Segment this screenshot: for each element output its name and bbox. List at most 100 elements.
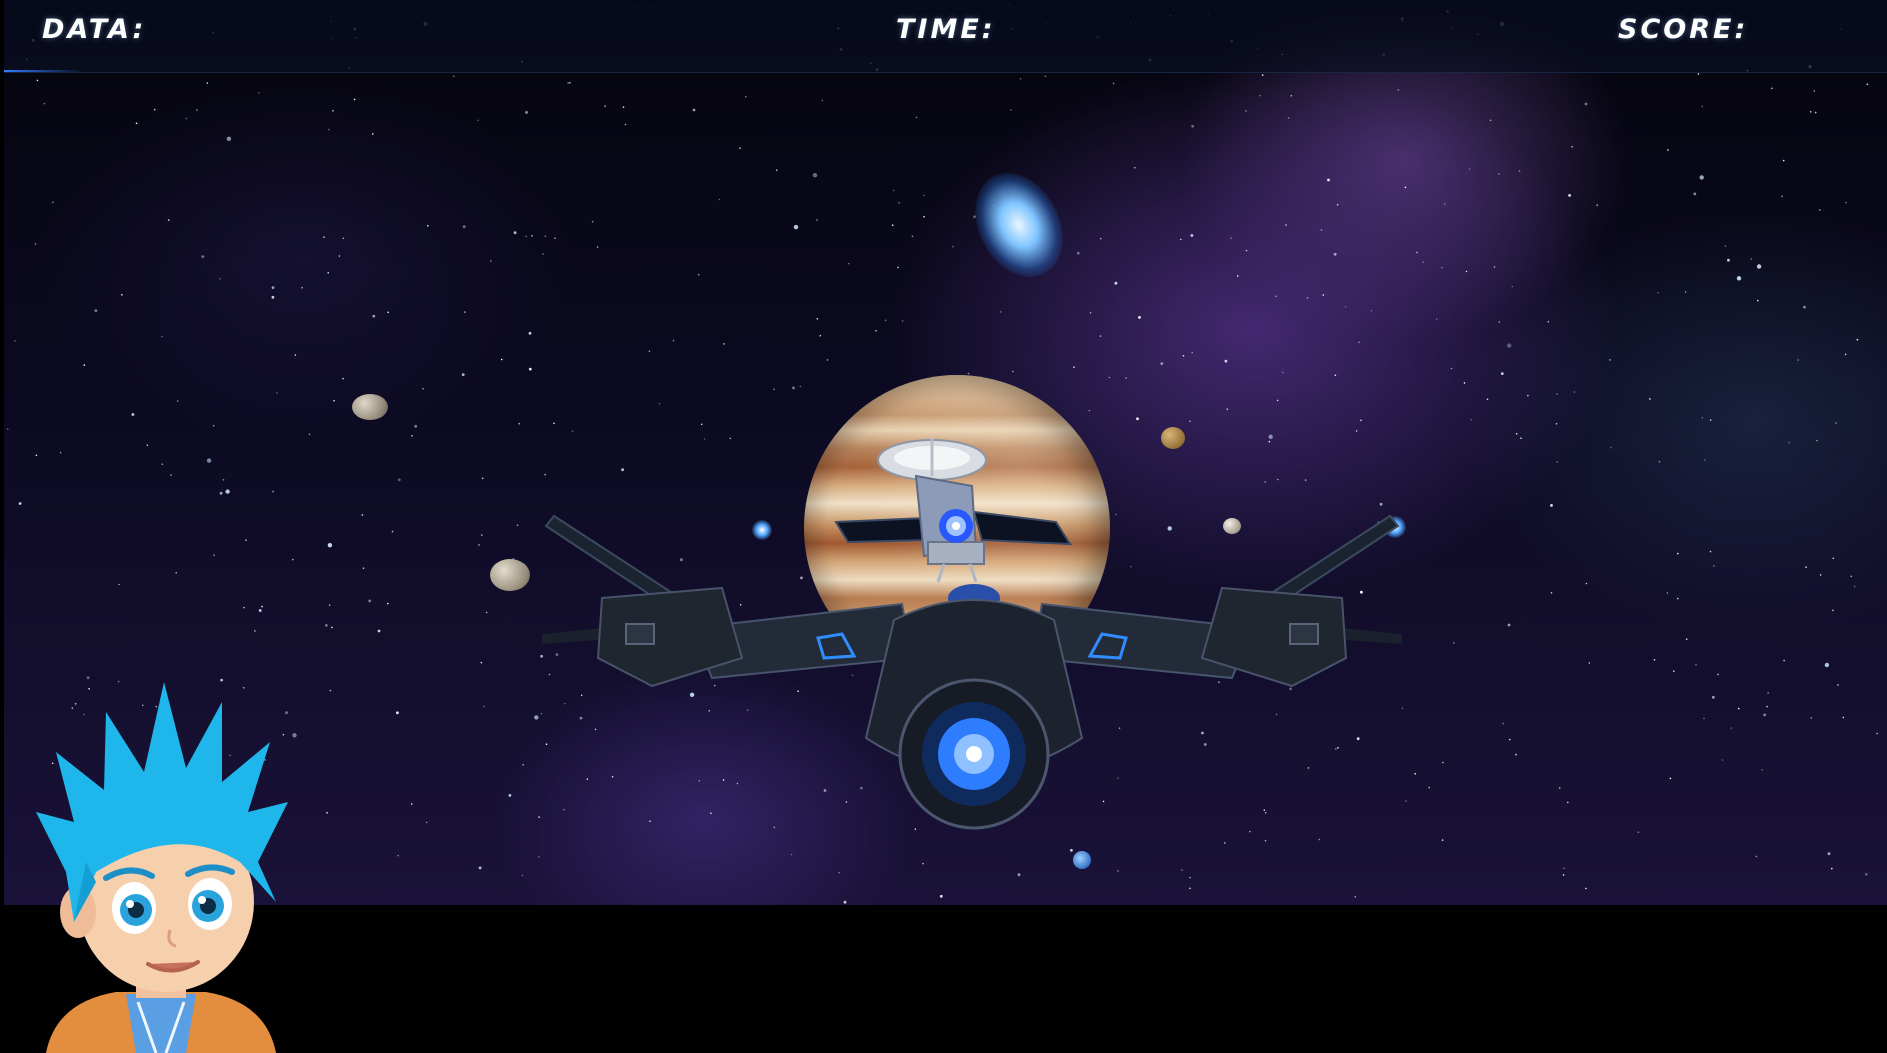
star <box>1360 419 1362 422</box>
star <box>427 225 429 227</box>
star <box>1486 398 1489 401</box>
star <box>1837 684 1839 686</box>
star <box>1550 592 1553 594</box>
star <box>521 874 524 877</box>
star <box>483 705 485 708</box>
star <box>1112 82 1115 85</box>
star <box>697 273 700 276</box>
star <box>1134 166 1136 169</box>
star <box>1596 204 1598 206</box>
star <box>410 803 413 805</box>
star <box>1261 74 1264 76</box>
star <box>1649 398 1651 400</box>
time-label: TIME: <box>896 14 996 45</box>
star <box>622 106 625 108</box>
star <box>1287 117 1290 119</box>
star <box>1803 305 1806 309</box>
star <box>1527 394 1529 397</box>
star <box>1571 145 1573 148</box>
player-spaceship[interactable] <box>542 508 1402 838</box>
star <box>1609 359 1611 361</box>
star <box>1866 83 1869 86</box>
star <box>1813 90 1816 92</box>
star <box>875 329 877 332</box>
star <box>538 816 540 818</box>
star <box>1012 370 1014 373</box>
star <box>391 530 394 533</box>
star <box>1781 195 1783 198</box>
star <box>396 711 399 715</box>
star <box>1180 238 1182 241</box>
star <box>1684 291 1687 293</box>
star <box>1100 237 1102 240</box>
star <box>513 231 517 235</box>
star <box>222 479 225 481</box>
star <box>1259 94 1261 97</box>
star <box>1327 178 1330 182</box>
star <box>196 109 198 111</box>
star <box>1835 422 1837 424</box>
star <box>534 715 539 720</box>
game-screen: DATA: TIME: SCORE: <box>0 0 1887 1053</box>
star <box>1755 855 1758 858</box>
star <box>1017 873 1021 877</box>
moon <box>1073 851 1091 869</box>
star <box>329 689 332 692</box>
star <box>1864 872 1868 876</box>
star <box>1000 311 1002 313</box>
star <box>1669 777 1672 780</box>
star <box>342 377 344 380</box>
star <box>1515 753 1517 756</box>
star <box>213 554 215 556</box>
star <box>1019 78 1022 80</box>
star <box>1450 367 1453 370</box>
star <box>1667 149 1669 151</box>
star <box>1844 353 1847 356</box>
star <box>333 399 335 402</box>
star <box>1568 194 1571 197</box>
star <box>531 235 533 237</box>
star <box>729 437 731 440</box>
star <box>292 558 294 561</box>
star <box>1182 355 1185 357</box>
star <box>525 111 528 114</box>
star <box>1711 695 1715 699</box>
star <box>1520 437 1522 440</box>
star <box>1703 717 1705 720</box>
star <box>915 116 918 119</box>
star <box>362 567 365 569</box>
star <box>1468 168 1471 170</box>
star <box>477 119 480 122</box>
star <box>891 224 894 226</box>
star <box>1276 399 1279 402</box>
star <box>201 255 205 258</box>
star <box>703 438 706 440</box>
star <box>308 433 311 436</box>
star <box>1500 372 1504 375</box>
star <box>843 900 847 904</box>
star <box>542 253 544 255</box>
star <box>1588 662 1591 664</box>
star <box>1637 831 1640 833</box>
star <box>175 572 177 574</box>
star <box>1782 159 1785 162</box>
star <box>1721 759 1724 761</box>
star <box>1404 186 1407 189</box>
star <box>170 474 172 476</box>
star <box>1070 848 1073 852</box>
star <box>911 235 914 238</box>
star <box>1562 874 1565 876</box>
star <box>327 543 333 548</box>
star <box>212 424 215 427</box>
star <box>271 295 275 299</box>
star <box>414 424 418 428</box>
star <box>1493 266 1496 268</box>
star <box>1470 418 1472 421</box>
star <box>161 335 163 338</box>
star <box>1831 867 1833 870</box>
star <box>372 314 376 318</box>
star <box>500 358 503 361</box>
star <box>1845 201 1847 204</box>
star <box>258 609 262 612</box>
star <box>1334 374 1337 377</box>
